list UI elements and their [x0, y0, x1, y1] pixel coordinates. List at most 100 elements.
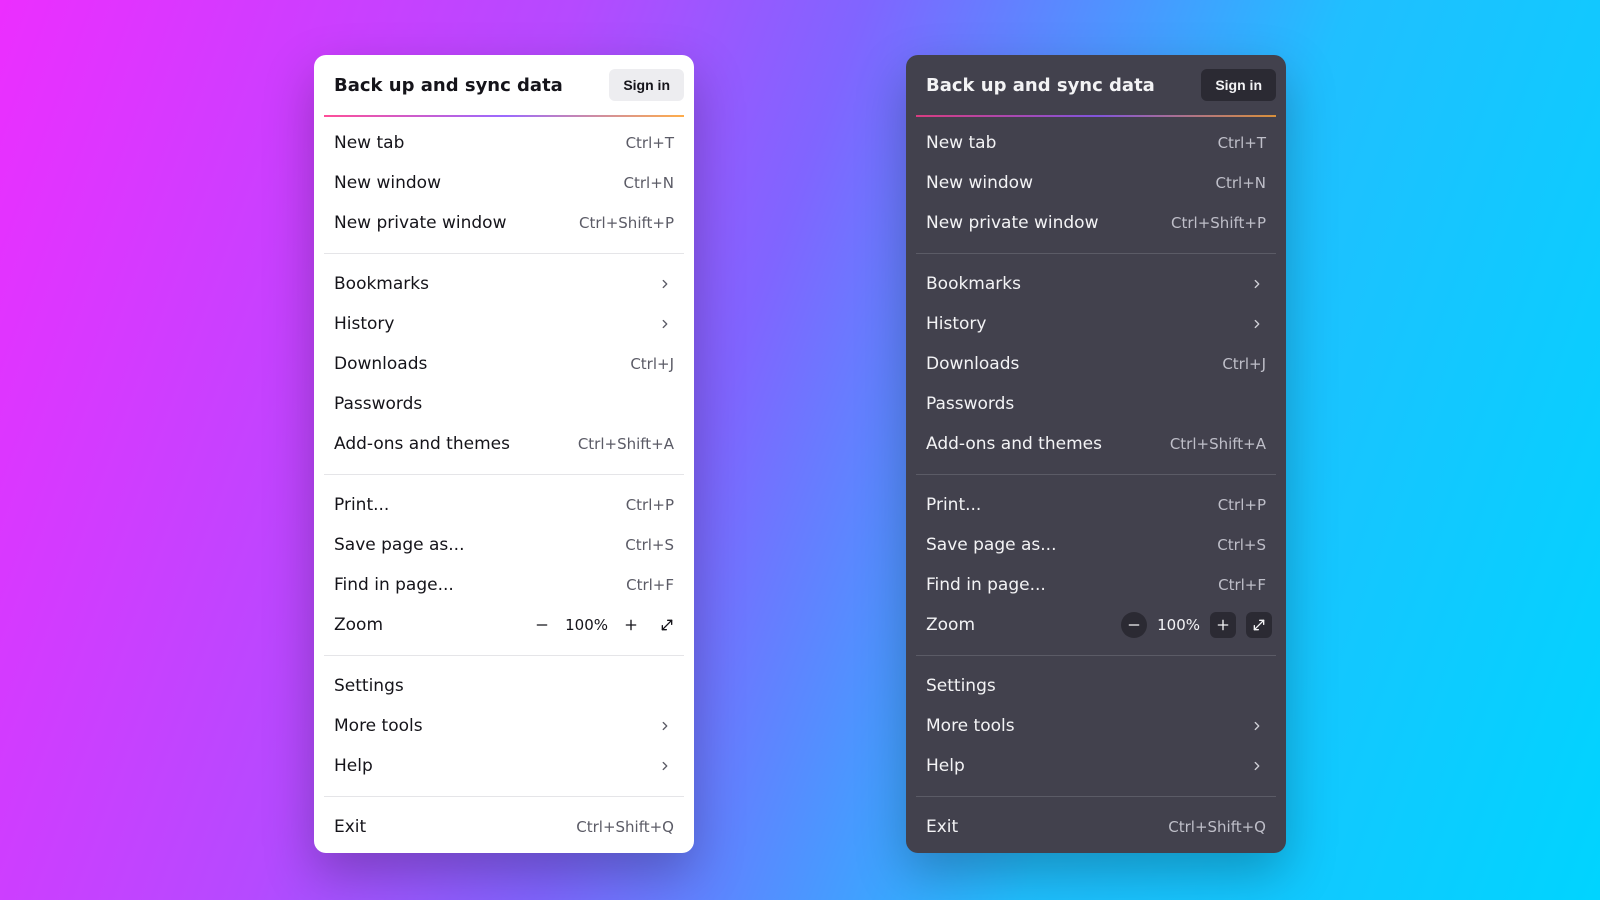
chevron-right-icon: [656, 757, 674, 775]
chevron-right-icon: [656, 315, 674, 333]
menu-item-more-tools[interactable]: More tools: [314, 706, 694, 746]
menu-item-label: New private window: [926, 213, 1171, 233]
menu-item-new-private-window[interactable]: New private window Ctrl+Shift+P: [314, 203, 694, 243]
menu-item-label: Bookmarks: [926, 274, 1248, 294]
separator: [324, 796, 684, 797]
separator: [916, 655, 1276, 656]
menu-item-label: Downloads: [334, 354, 630, 374]
menu-item-new-window[interactable]: New window Ctrl+N: [314, 163, 694, 203]
menu-item-addons[interactable]: Add-ons and themes Ctrl+Shift+A: [906, 424, 1286, 464]
menu-item-shortcut: Ctrl+N: [624, 174, 674, 192]
menu-item-save-page[interactable]: Save page as... Ctrl+S: [906, 525, 1286, 565]
menu-item-label: Save page as...: [926, 535, 1217, 555]
menu-item-exit[interactable]: Exit Ctrl+Shift+Q: [906, 807, 1286, 847]
menu-item-shortcut: Ctrl+Shift+P: [579, 214, 674, 232]
separator: [916, 474, 1276, 475]
menu-group-exit: Exit Ctrl+Shift+Q: [314, 801, 694, 853]
menu-item-exit[interactable]: Exit Ctrl+Shift+Q: [314, 807, 694, 847]
menu-item-label: New window: [334, 173, 624, 193]
menu-item-new-private-window[interactable]: New private window Ctrl+Shift+P: [906, 203, 1286, 243]
menu-item-label: Exit: [926, 817, 1168, 837]
app-menu-light: Back up and sync data Sign in New tab Ct…: [314, 55, 694, 853]
menu-item-new-tab[interactable]: New tab Ctrl+T: [314, 123, 694, 163]
zoom-value: 100%: [1157, 616, 1200, 634]
menu-item-label: History: [334, 314, 656, 334]
menu-item-label: Help: [926, 756, 1248, 776]
menu-item-shortcut: Ctrl+J: [1222, 355, 1266, 373]
menu-item-bookmarks[interactable]: Bookmarks: [906, 264, 1286, 304]
separator: [916, 796, 1276, 797]
menu-item-shortcut: Ctrl+S: [1217, 536, 1266, 554]
menu-item-passwords[interactable]: Passwords: [906, 384, 1286, 424]
menu-group-library: Bookmarks History Downloads Ctrl+J Passw…: [314, 258, 694, 470]
menu-item-history[interactable]: History: [906, 304, 1286, 344]
menu-group-new: New tab Ctrl+T New window Ctrl+N New pri…: [906, 117, 1286, 249]
menu-item-downloads[interactable]: Downloads Ctrl+J: [314, 344, 694, 384]
menu-item-history[interactable]: History: [314, 304, 694, 344]
chevron-right-icon: [1248, 717, 1266, 735]
zoom-out-button[interactable]: [1121, 612, 1147, 638]
menu-item-shortcut: Ctrl+S: [625, 536, 674, 554]
menu-item-downloads[interactable]: Downloads Ctrl+J: [906, 344, 1286, 384]
zoom-label: Zoom: [334, 615, 529, 635]
menu-item-label: Find in page...: [926, 575, 1218, 595]
menu-group-library: Bookmarks History Downloads Ctrl+J Passw…: [906, 258, 1286, 470]
menu-item-label: New tab: [926, 133, 1218, 153]
menu-item-find[interactable]: Find in page... Ctrl+F: [314, 565, 694, 605]
menu-item-new-tab[interactable]: New tab Ctrl+T: [906, 123, 1286, 163]
chevron-right-icon: [656, 275, 674, 293]
menu-item-label: Exit: [334, 817, 576, 837]
menu-item-label: Bookmarks: [334, 274, 656, 294]
sign-in-button[interactable]: Sign in: [1201, 69, 1276, 101]
menu-group-tools: Settings More tools Help: [906, 660, 1286, 792]
menu-item-find[interactable]: Find in page... Ctrl+F: [906, 565, 1286, 605]
menu-item-label: Find in page...: [334, 575, 626, 595]
zoom-in-button[interactable]: [1210, 612, 1236, 638]
zoom-in-button[interactable]: [618, 612, 644, 638]
menu-item-settings[interactable]: Settings: [314, 666, 694, 706]
menu-item-settings[interactable]: Settings: [906, 666, 1286, 706]
menu-item-print[interactable]: Print... Ctrl+P: [314, 485, 694, 525]
menu-item-shortcut: Ctrl+J: [630, 355, 674, 373]
menu-item-label: Add-ons and themes: [926, 434, 1170, 454]
fullscreen-button[interactable]: [654, 612, 680, 638]
menu-item-print[interactable]: Print... Ctrl+P: [906, 485, 1286, 525]
menu-item-shortcut: Ctrl+Shift+P: [1171, 214, 1266, 232]
menu-item-zoom: Zoom 100%: [314, 605, 694, 645]
menu-item-label: More tools: [334, 716, 656, 736]
menu-item-save-page[interactable]: Save page as... Ctrl+S: [314, 525, 694, 565]
chevron-right-icon: [1248, 757, 1266, 775]
menu-item-bookmarks[interactable]: Bookmarks: [314, 264, 694, 304]
menu-item-shortcut: Ctrl+Shift+A: [1170, 435, 1266, 453]
sync-title: Back up and sync data: [334, 75, 563, 96]
menu-group-new: New tab Ctrl+T New window Ctrl+N New pri…: [314, 117, 694, 249]
menu-item-shortcut: Ctrl+N: [1216, 174, 1266, 192]
menu-item-more-tools[interactable]: More tools: [906, 706, 1286, 746]
chevron-right-icon: [656, 717, 674, 735]
menu-item-help[interactable]: Help: [314, 746, 694, 786]
menu-item-label: Passwords: [334, 394, 674, 414]
menu-item-label: Save page as...: [334, 535, 625, 555]
menu-item-label: Print...: [926, 495, 1218, 515]
menu-item-new-window[interactable]: New window Ctrl+N: [906, 163, 1286, 203]
menu-item-shortcut: Ctrl+T: [626, 134, 674, 152]
menu-item-shortcut: Ctrl+F: [626, 576, 674, 594]
sync-header: Back up and sync data Sign in: [906, 55, 1286, 115]
menu-item-label: More tools: [926, 716, 1248, 736]
menu-group-page: Print... Ctrl+P Save page as... Ctrl+S F…: [906, 479, 1286, 651]
menu-group-exit: Exit Ctrl+Shift+Q: [906, 801, 1286, 853]
menu-item-label: New private window: [334, 213, 579, 233]
menu-group-tools: Settings More tools Help: [314, 660, 694, 792]
menu-item-label: Print...: [334, 495, 626, 515]
menu-item-passwords[interactable]: Passwords: [314, 384, 694, 424]
menu-item-label: New window: [926, 173, 1216, 193]
menu-item-help[interactable]: Help: [906, 746, 1286, 786]
menu-item-addons[interactable]: Add-ons and themes Ctrl+Shift+A: [314, 424, 694, 464]
sign-in-button[interactable]: Sign in: [609, 69, 684, 101]
app-menu-dark: Back up and sync data Sign in New tab Ct…: [906, 55, 1286, 853]
fullscreen-button[interactable]: [1246, 612, 1272, 638]
chevron-right-icon: [1248, 315, 1266, 333]
menu-item-label: Passwords: [926, 394, 1266, 414]
zoom-out-button[interactable]: [529, 612, 555, 638]
menu-item-label: Settings: [334, 676, 674, 696]
